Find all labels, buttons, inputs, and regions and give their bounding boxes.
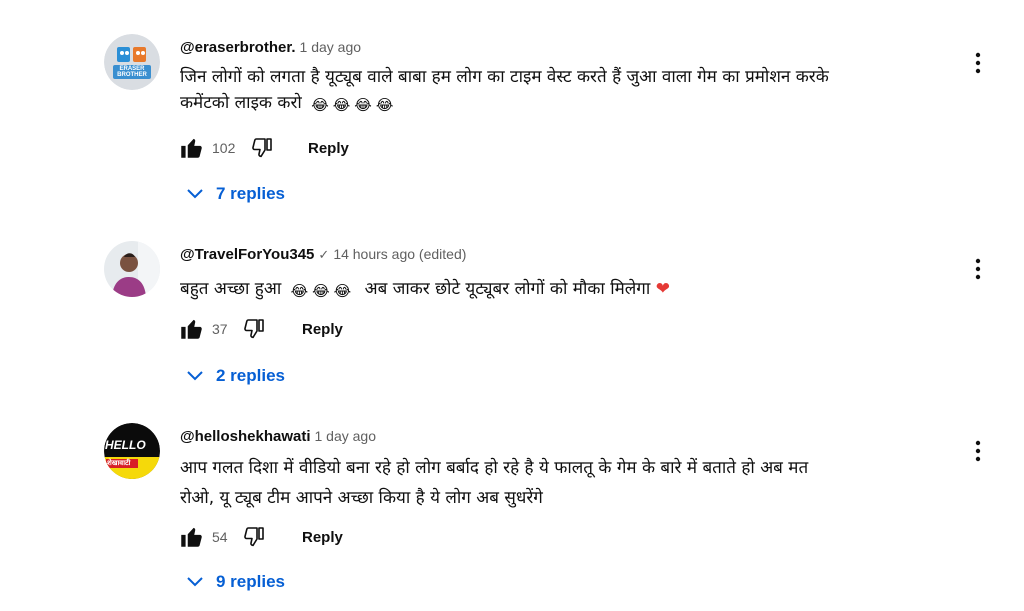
avatar[interactable]: ERASER BROTHER xyxy=(104,34,160,90)
author-name[interactable]: @TravelForYou345 xyxy=(180,246,314,263)
like-button[interactable] xyxy=(178,316,204,342)
avatar-logo-text: HELLO xyxy=(105,438,146,452)
like-count: 37 xyxy=(212,321,228,337)
comment-time[interactable]: 1 day ago xyxy=(300,39,362,55)
thumbs-up-icon xyxy=(181,319,202,339)
heart-emoji: ❤ xyxy=(655,279,670,299)
like-count: 54 xyxy=(212,529,228,545)
comment-text: जिन लोगों को लगता है यूट्यूब वाले बाबा ह… xyxy=(180,64,950,116)
like-button[interactable] xyxy=(178,135,204,161)
avatar[interactable] xyxy=(104,241,160,297)
like-button[interactable] xyxy=(178,524,204,550)
more-actions-button[interactable] xyxy=(966,439,990,463)
comment-actions: 37 Reply xyxy=(178,315,343,343)
comment-line-with-emoji: कमेंटको लाइक करो 😂 😂 😂 😂 xyxy=(180,90,950,116)
view-replies-button[interactable]: 2 replies xyxy=(186,366,285,386)
thumbs-down-icon xyxy=(252,138,272,158)
dislike-button[interactable] xyxy=(242,525,266,549)
laughing-emoji: 😂 xyxy=(375,96,394,114)
chevron-down-icon xyxy=(187,577,203,587)
comment-line: कमेंटको लाइक करो xyxy=(180,93,302,113)
laughing-emoji: 😂 xyxy=(290,282,309,300)
more-actions-button[interactable] xyxy=(966,257,990,281)
vertical-dots-icon xyxy=(975,52,981,74)
comment-line: आप गलत दिशा में वीडियो बना रहे हो लोग बर… xyxy=(180,458,809,478)
replies-count-label: 7 replies xyxy=(216,184,285,203)
chevron-down-icon xyxy=(187,189,203,199)
laughing-emoji: 😂 xyxy=(332,96,351,114)
comment-text-part: बहुत अच्छा हुआ xyxy=(180,279,282,299)
thumbs-up-icon xyxy=(181,527,202,547)
laughing-emoji: 😂 xyxy=(333,282,352,300)
comment-text-part: अब जाकर छोटे यूट्यूबर लोगों को मौका मिले… xyxy=(364,279,651,299)
comment-actions: 54 Reply xyxy=(178,523,343,551)
laughing-emoji: 😂 xyxy=(312,282,330,300)
vertical-dots-icon xyxy=(975,440,981,462)
view-replies-button[interactable]: 9 replies xyxy=(186,572,285,592)
comment-time[interactable]: 14 hours ago (edited) xyxy=(333,246,466,262)
comment-line: जिन लोगों को लगता है यूट्यूब वाले बाबा ह… xyxy=(180,67,829,87)
comment-header: @helloshekhawati 1 day ago xyxy=(180,428,376,445)
avatar-label: ERASER BROTHER xyxy=(117,66,147,78)
author-name[interactable]: @eraserbrother. xyxy=(180,39,296,56)
view-replies-button[interactable]: 7 replies xyxy=(186,184,285,204)
laughing-emoji: 😂 xyxy=(354,96,372,114)
dislike-button[interactable] xyxy=(250,136,274,160)
comment-time[interactable]: 1 day ago xyxy=(315,428,377,444)
replies-count-label: 9 replies xyxy=(216,572,285,591)
like-count: 102 xyxy=(212,140,236,156)
thumbs-up-icon xyxy=(181,138,202,158)
comment-header: @eraserbrother. 1 day ago xyxy=(180,39,361,56)
reply-button[interactable]: Reply xyxy=(302,529,343,546)
more-actions-button[interactable] xyxy=(966,51,990,75)
dislike-button[interactable] xyxy=(242,317,266,341)
reply-button[interactable]: Reply xyxy=(302,321,343,338)
comment-text: बहुत अच्छा हुआ 😂 😂 😂 अब जाकर छोटे यूट्यूबर… xyxy=(180,276,950,302)
comment-text: आप गलत दिशा में वीडियो बना रहे हो लोग बर… xyxy=(180,455,950,511)
thumbs-down-icon xyxy=(244,319,264,339)
checkmark-icon: ✓ xyxy=(318,247,330,262)
comment-header: @TravelForYou345 ✓ 14 hours ago (edited) xyxy=(180,246,466,263)
replies-count-label: 2 replies xyxy=(216,366,285,385)
reply-button[interactable]: Reply xyxy=(308,140,349,157)
comment-line: रोओ, यू ट्यूब टीम आपने अच्छा किया है ये … xyxy=(180,488,543,508)
laughing-emoji: 😂 xyxy=(311,96,329,114)
author-name[interactable]: @helloshekhawati xyxy=(180,428,311,445)
thumbs-down-icon xyxy=(244,527,264,547)
avatar[interactable]: HELLO शेखावाटी xyxy=(104,423,160,479)
comment-actions: 102 Reply xyxy=(178,134,349,162)
avatar-logo-text: शेखावाटी xyxy=(107,460,131,467)
chevron-down-icon xyxy=(187,371,203,381)
vertical-dots-icon xyxy=(975,258,981,280)
